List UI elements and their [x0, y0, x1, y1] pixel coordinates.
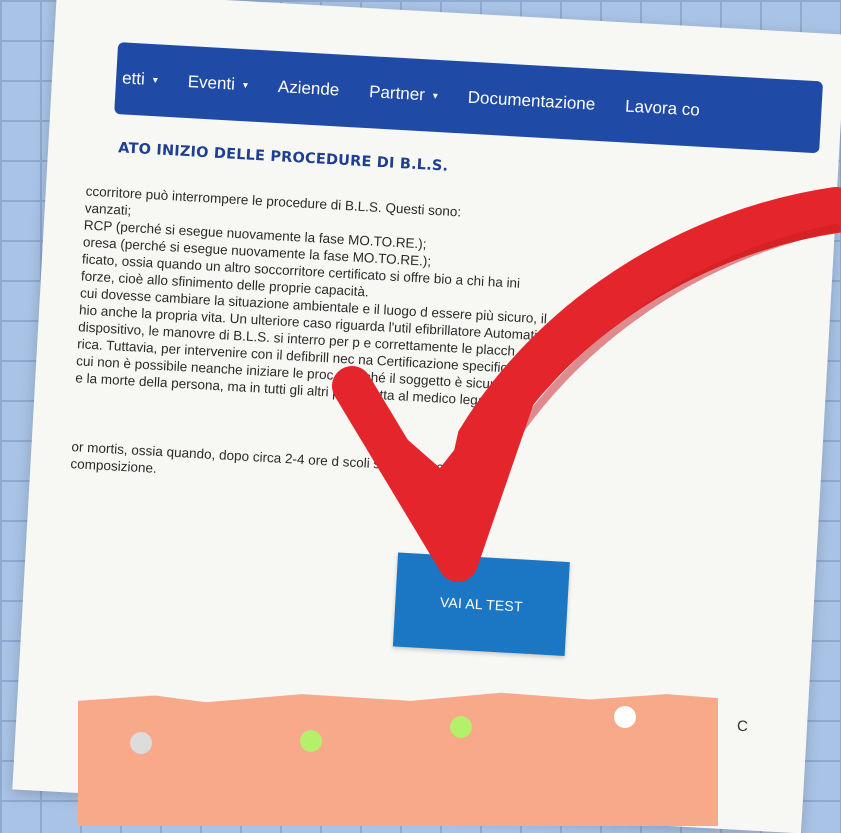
partial-text: C [736, 717, 749, 736]
gray-dot-icon [130, 732, 152, 754]
white-dot-icon [614, 706, 636, 728]
nav-item-partner[interactable]: Partner ▾ [369, 82, 439, 106]
nav-item-documentazione[interactable]: Documentazione [467, 88, 595, 115]
chevron-down-icon: ▾ [242, 79, 249, 91]
nav-item-aziende[interactable]: Aziende [277, 77, 339, 100]
article-body: ccorritore può interrompere le procedure… [70, 183, 841, 515]
vai-al-test-button[interactable]: VAI AL TEST [392, 552, 570, 656]
green-dot-icon [450, 716, 472, 738]
chevron-down-icon: ▾ [152, 74, 159, 86]
chevron-down-icon: ▾ [432, 90, 439, 102]
nav-item-eventi[interactable]: Eventi ▾ [187, 72, 248, 95]
section-heading: ATO INIZIO DELLE PROCEDURE DI B.L.S. [117, 140, 449, 175]
navbar: etti ▾ Eventi ▾ Aziende Partner ▾ Documenta… [114, 42, 824, 154]
nav-item-lavora-con-noi[interactable]: Lavora co [625, 96, 701, 120]
nav-item-progetti[interactable]: etti ▾ [122, 68, 159, 90]
green-dot-icon [300, 730, 322, 752]
